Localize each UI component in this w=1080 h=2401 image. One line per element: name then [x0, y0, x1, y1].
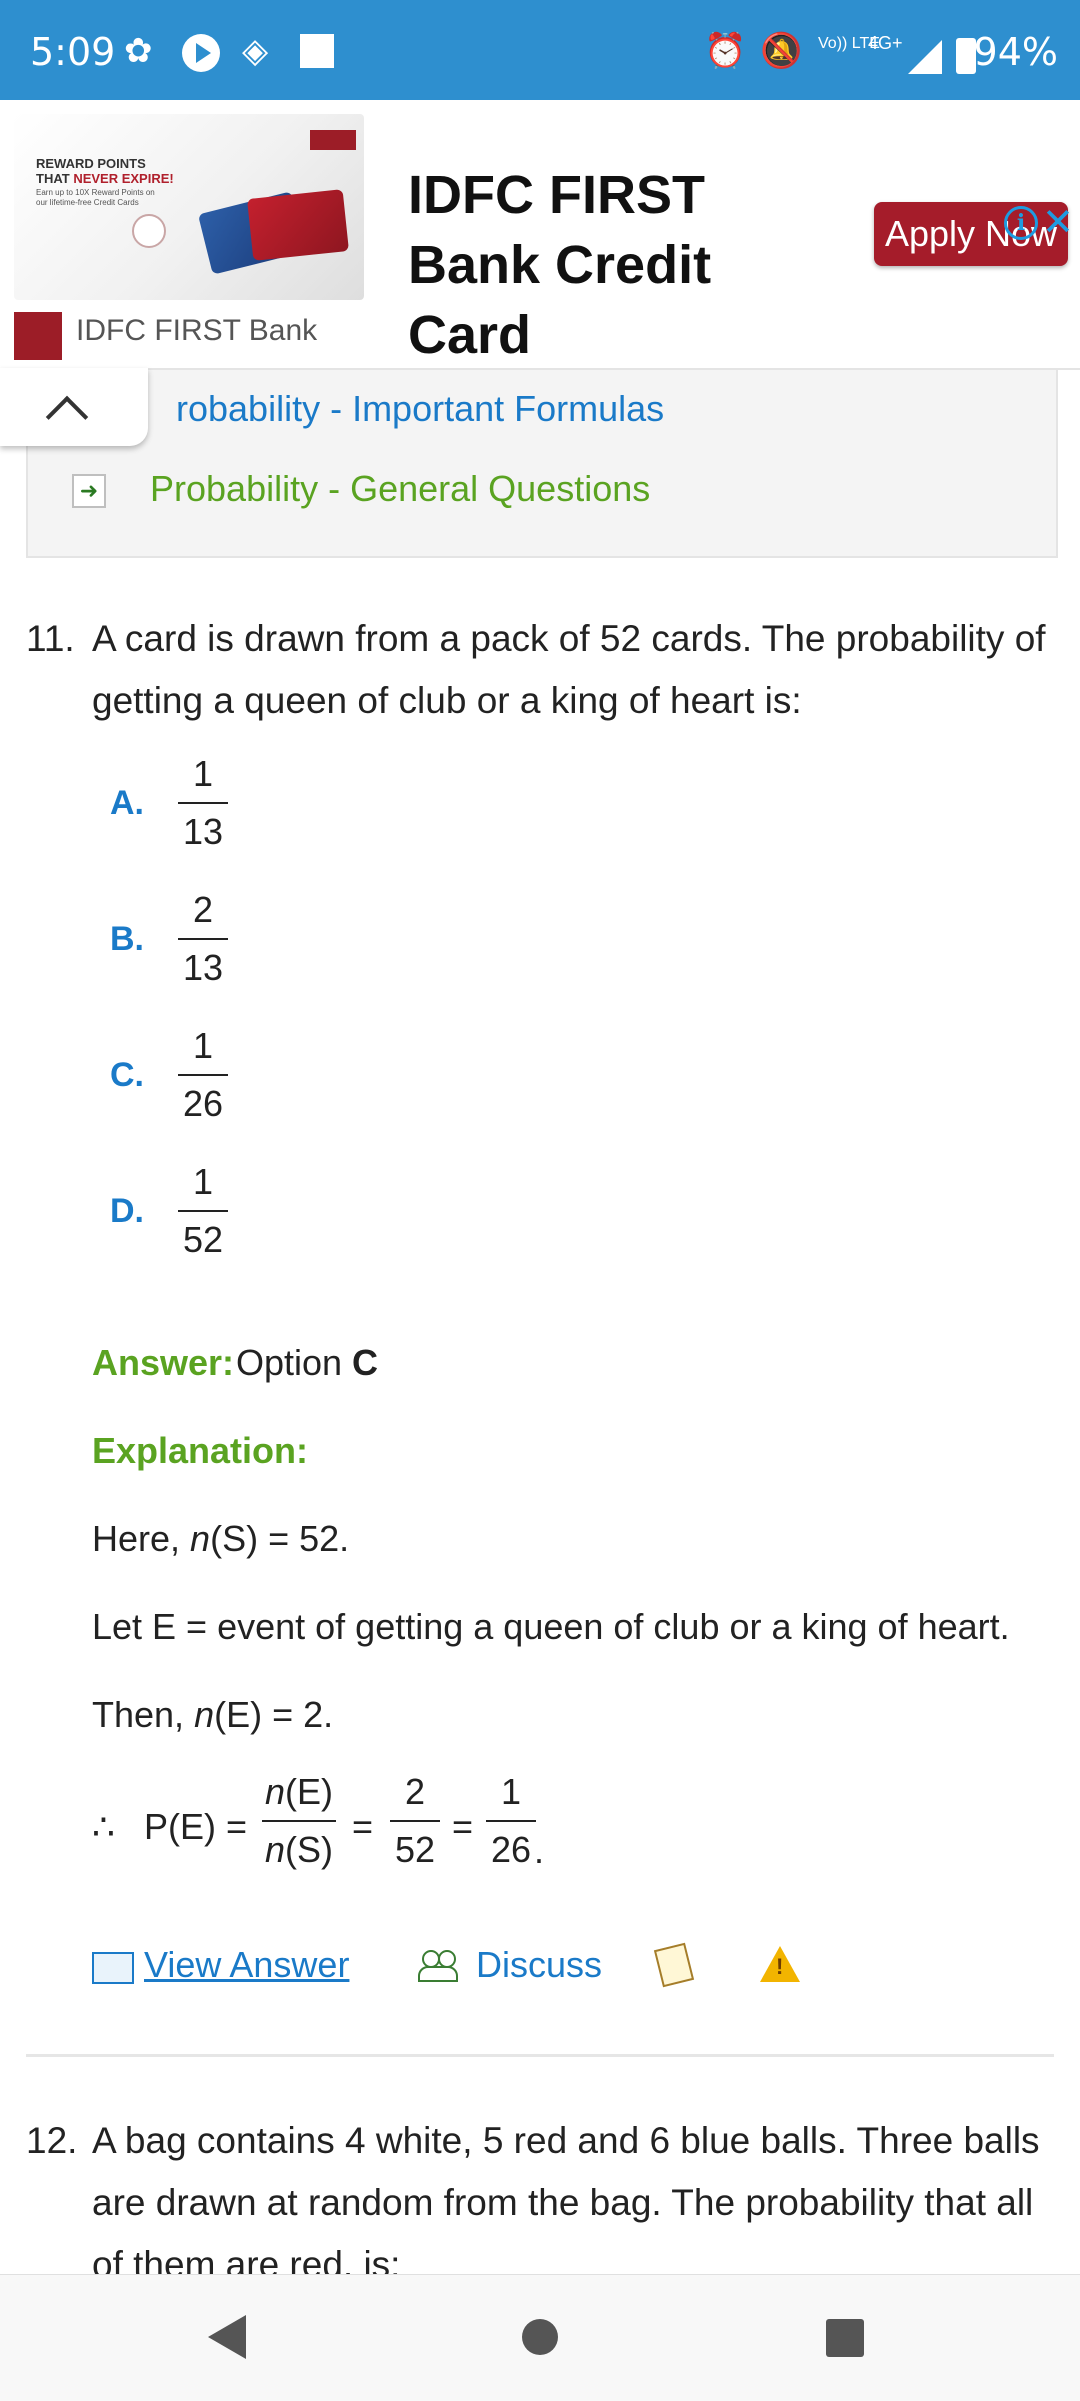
- notebook-icon[interactable]: [653, 1942, 695, 1988]
- option-letter: A.: [110, 784, 144, 822]
- play-icon: [182, 34, 220, 72]
- ad-close-icon[interactable]: ✕: [1042, 200, 1074, 245]
- discuss-icon[interactable]: [418, 1950, 458, 1982]
- therefore-symbol: ∴: [92, 1806, 115, 1847]
- option-letter: B.: [110, 920, 144, 958]
- square-icon: [300, 34, 334, 68]
- network-type: 4G+: [868, 33, 903, 53]
- ad-brand-name: IDFC FIRST Bank: [76, 314, 318, 347]
- ad-image-subtext: Earn up to 10X Reward Points on our life…: [36, 188, 155, 207]
- equation-fraction: 1 26: [486, 1770, 536, 1872]
- explanation-line-3: Then, n(E) = 2.: [92, 1694, 334, 1735]
- ticket-icon: ◈: [242, 32, 269, 70]
- question-number: 11.: [26, 618, 75, 659]
- back-icon[interactable]: [208, 2315, 246, 2359]
- option-fraction: 1 52: [178, 1160, 228, 1262]
- question-actions: View Answer Discuss !: [92, 1942, 992, 1994]
- option-letter: D.: [110, 1192, 144, 1230]
- system-nav-bar: [0, 2274, 1080, 2401]
- home-icon[interactable]: [522, 2319, 558, 2355]
- ad-image-logo: [310, 130, 356, 150]
- option-fraction: 2 13: [178, 888, 228, 990]
- signal-icon: [908, 40, 942, 74]
- answer-text: Option: [236, 1342, 343, 1383]
- recent-apps-icon[interactable]: [826, 2319, 864, 2357]
- discuss-link[interactable]: Discuss: [476, 1944, 602, 1986]
- explanation-line-1: Here, n(S) = 52.: [92, 1518, 350, 1559]
- explanation-label: Explanation:: [92, 1430, 309, 1471]
- explanation-line-2: Let E = event of getting a queen of club…: [92, 1606, 1010, 1647]
- question-divider: [26, 2054, 1054, 2057]
- ad-seal-icon: [132, 214, 166, 248]
- arrow-right-icon: ➜: [72, 474, 106, 508]
- credit-card-image: [247, 189, 349, 261]
- topic-link-important-formulas[interactable]: robability - Important Formulas: [176, 388, 664, 430]
- equals-sign: =: [352, 1806, 374, 1847]
- equals-sign: =: [452, 1806, 474, 1847]
- chevron-up-icon: [45, 395, 89, 439]
- option-letter: C.: [110, 1056, 144, 1094]
- equation-period: .: [534, 1830, 545, 1871]
- related-topics-box: robability - Important Formulas ➜ Probab…: [26, 370, 1058, 558]
- alarm-icon: ⏰: [704, 32, 747, 70]
- equation-fraction: 2 52: [390, 1770, 440, 1872]
- equation-pe: P(E) =: [144, 1806, 248, 1847]
- battery-percent: 94%: [973, 30, 1058, 74]
- ad-info-icon[interactable]: i: [1004, 206, 1038, 240]
- book-icon[interactable]: [92, 1952, 134, 1984]
- view-answer-link[interactable]: View Answer: [144, 1944, 349, 1986]
- ad-banner[interactable]: REWARD POINTS THAT NEVER EXPIRE! Earn up…: [0, 100, 1080, 370]
- status-bar: 5:09 ✿ ◈ ⏰ 🔕 Vo)) LTE 4G+ 94%: [0, 0, 1080, 100]
- equation-fraction: n(E) n(S): [262, 1770, 336, 1872]
- option-fraction: 1 26: [178, 1024, 228, 1126]
- topic-link-general-questions[interactable]: Probability - General Questions: [150, 468, 650, 510]
- option-fraction: 1 13: [178, 752, 228, 854]
- answer-value: C: [352, 1342, 378, 1383]
- ad-title[interactable]: IDFC FIRST Bank Credit Card: [408, 160, 848, 370]
- mute-icon: 🔕: [760, 32, 803, 70]
- question-text: A card is drawn from a pack of 52 cards.…: [92, 618, 1046, 721]
- brand-logo: [14, 312, 62, 360]
- collapse-button[interactable]: [0, 368, 148, 446]
- report-warning-icon[interactable]: !: [760, 1946, 800, 1982]
- status-time: 5:09: [30, 30, 116, 74]
- ad-image[interactable]: REWARD POINTS THAT NEVER EXPIRE! Earn up…: [14, 114, 364, 300]
- ad-image-headline: REWARD POINTS THAT NEVER EXPIRE!: [36, 156, 174, 186]
- notification-app-icon: ✿: [124, 32, 153, 70]
- question-number: 12.: [26, 2120, 78, 2161]
- answer-label: Answer:: [92, 1342, 235, 1383]
- apply-now-button[interactable]: Apply Now: [874, 202, 1068, 266]
- question-text: A bag contains 4 white, 5 red and 6 blue…: [92, 2120, 1040, 2274]
